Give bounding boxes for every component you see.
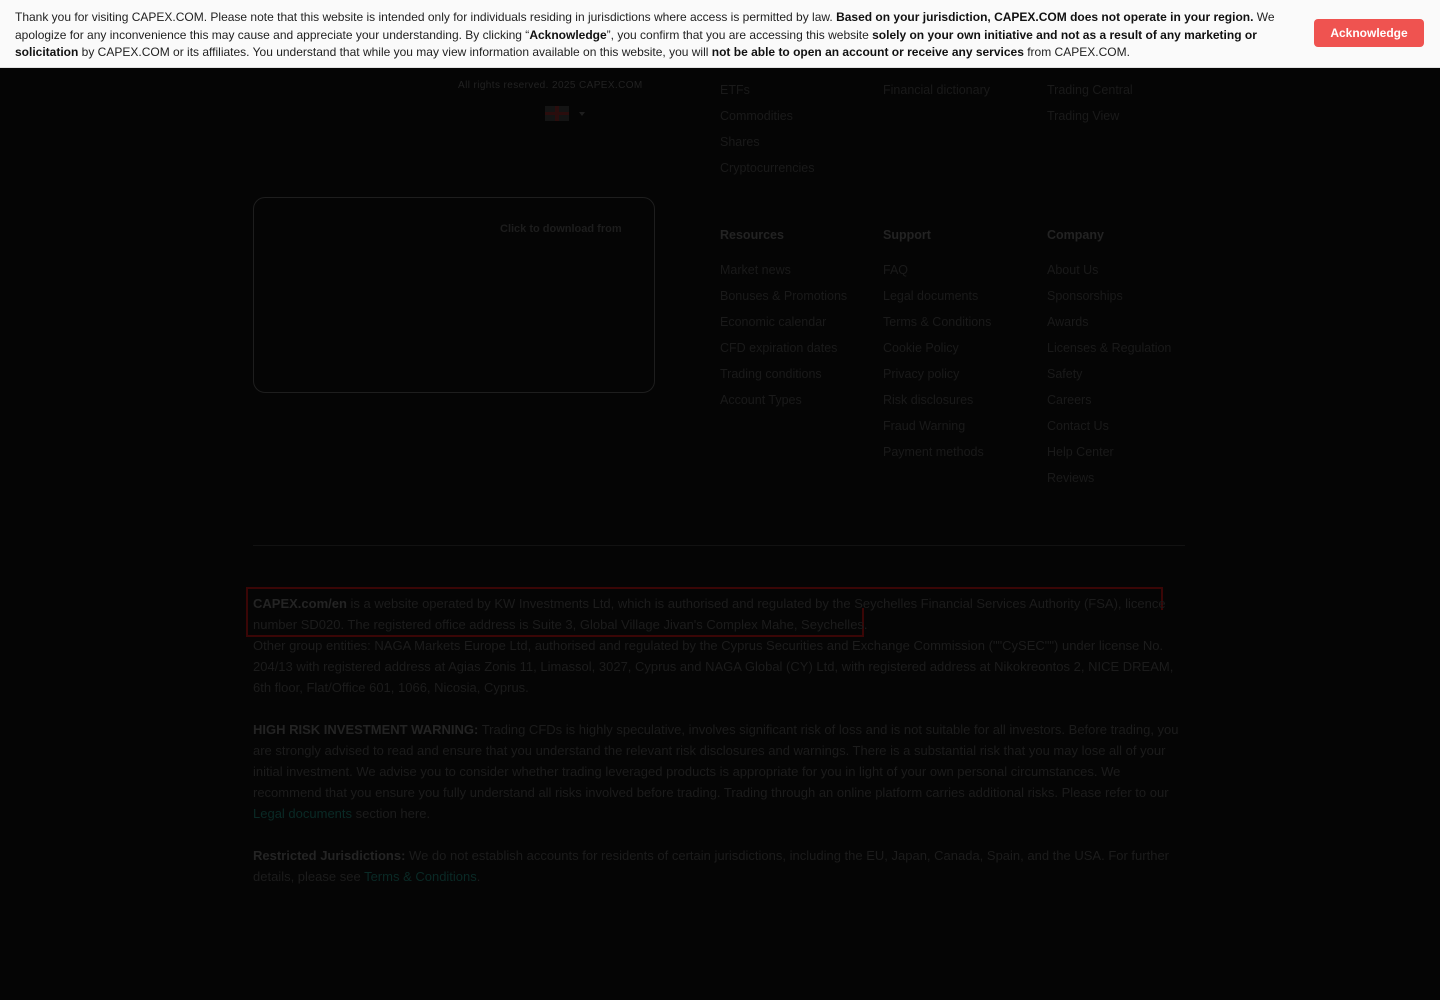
footer-link[interactable]: Trading View [1047,108,1133,134]
footer-link[interactable]: Help Center [1047,444,1171,470]
footer-link[interactable]: Shares [720,134,814,160]
footer-heading: Resources [720,228,784,242]
operator-paragraph: CAPEX.com/en is a website operated by KW… [253,593,1188,635]
footer-link[interactable]: Cryptocurrencies [720,160,814,186]
footer-heading: Support [883,228,931,242]
notice-text-part: from CAPEX.COM. [1023,45,1130,59]
footer-link[interactable]: Terms & Conditions [883,314,991,340]
operator-text: is a website operated by KW Investments … [253,596,1166,632]
footer-link[interactable]: Awards [1047,314,1171,340]
notice-text-part: Thank you for visiting CAPEX.COM. Please… [15,10,837,24]
footer-link[interactable]: Sponsorships [1047,288,1171,314]
footer-link[interactable]: Economic calendar [720,314,847,340]
page: All rights reserved. 2025 CAPEX.COM Clic… [0,0,1440,1000]
download-label: Click to download from [500,223,622,235]
footer-link[interactable]: Contact Us [1047,418,1171,444]
notice-text-bold: not be able to open an account or receiv… [711,45,1024,59]
footer-link[interactable]: Cookie Policy [883,340,991,366]
terms-link[interactable]: Terms & Conditions [364,869,477,884]
footer-link[interactable]: Bonuses & Promotions [720,288,847,314]
restricted-title: Restricted Jurisdictions: [253,848,406,863]
jurisdiction-notice-text: Thank you for visiting CAPEX.COM. Please… [15,9,1300,62]
footer-link[interactable]: Fraud Warning [883,418,991,444]
jurisdiction-notice-banner: Thank you for visiting CAPEX.COM. Please… [0,0,1440,68]
footer-link[interactable]: Commodities [720,108,814,134]
site-name: CAPEX.com/en [253,596,347,611]
footer-link[interactable]: About Us [1047,262,1171,288]
footer-divider [253,545,1185,546]
legal-documents-link[interactable]: Legal documents [253,806,352,821]
footer-link[interactable]: Careers [1047,392,1171,418]
footer-link[interactable]: Payment methods [883,444,991,470]
footer-link[interactable]: Account Types [720,392,847,418]
footer-link[interactable]: CFD expiration dates [720,340,847,366]
site-footer: All rights reserved. 2025 CAPEX.COM Clic… [0,0,1440,1000]
risk-warning-tail: section here. [352,806,431,821]
acknowledge-button[interactable]: Acknowledge [1314,19,1424,47]
copyright-text: All rights reserved. 2025 CAPEX.COM [458,80,643,91]
footer-link[interactable]: Risk disclosures [883,392,991,418]
footer-link[interactable]: Reviews [1047,470,1171,496]
uk-flag-icon [545,106,569,121]
footer-link[interactable]: ETFs [720,82,814,108]
notice-text-part: by CAPEX.COM or its affiliates. You unde… [78,45,712,59]
risk-warning-paragraph: HIGH RISK INVESTMENT WARNING: Trading CF… [253,719,1188,824]
legal-disclaimer: CAPEX.com/en is a website operated by KW… [253,593,1188,908]
notice-text-part: ”, you confirm that you are accessing th… [606,27,873,42]
restricted-paragraph: Restricted Jurisdictions: We do not esta… [253,845,1188,887]
footer-col-learn: Financial dictionary [883,82,990,108]
footer-link[interactable]: Legal documents [883,288,991,314]
footer-col-support: Support FAQ Legal documents Terms & Cond… [883,228,991,470]
footer-col-company: Company About Us Sponsorships Awards Lic… [1047,228,1171,496]
footer-col-platforms: Trading Central Trading View [1047,82,1133,134]
footer-link[interactable]: Licenses & Regulation [1047,340,1171,366]
footer-link[interactable]: Trading Central [1047,82,1133,108]
footer-link[interactable]: FAQ [883,262,991,288]
footer-heading: Company [1047,228,1104,242]
language-selector[interactable] [545,106,585,121]
app-download-box[interactable]: Click to download from [253,197,655,393]
footer-link[interactable]: Privacy policy [883,366,991,392]
footer-col-resources: Resources Market news Bonuses & Promotio… [720,228,847,418]
footer-link[interactable]: Safety [1047,366,1171,392]
notice-text-bold: Based on your jurisdiction, CAPEX.COM do… [836,10,1254,24]
chevron-down-icon [579,111,585,116]
restricted-tail: . [476,869,481,884]
footer-link[interactable]: Trading conditions [720,366,847,392]
footer-col-markets: ETFs Commodities Shares Cryptocurrencies [720,82,814,186]
footer-link[interactable]: Market news [720,262,847,288]
risk-warning-title: HIGH RISK INVESTMENT WARNING: [253,722,479,737]
group-entities-paragraph: Other group entities: NAGA Markets Europ… [253,638,1174,695]
footer-link[interactable]: Financial dictionary [883,82,990,108]
notice-text-bold: Acknowledge [529,27,607,42]
